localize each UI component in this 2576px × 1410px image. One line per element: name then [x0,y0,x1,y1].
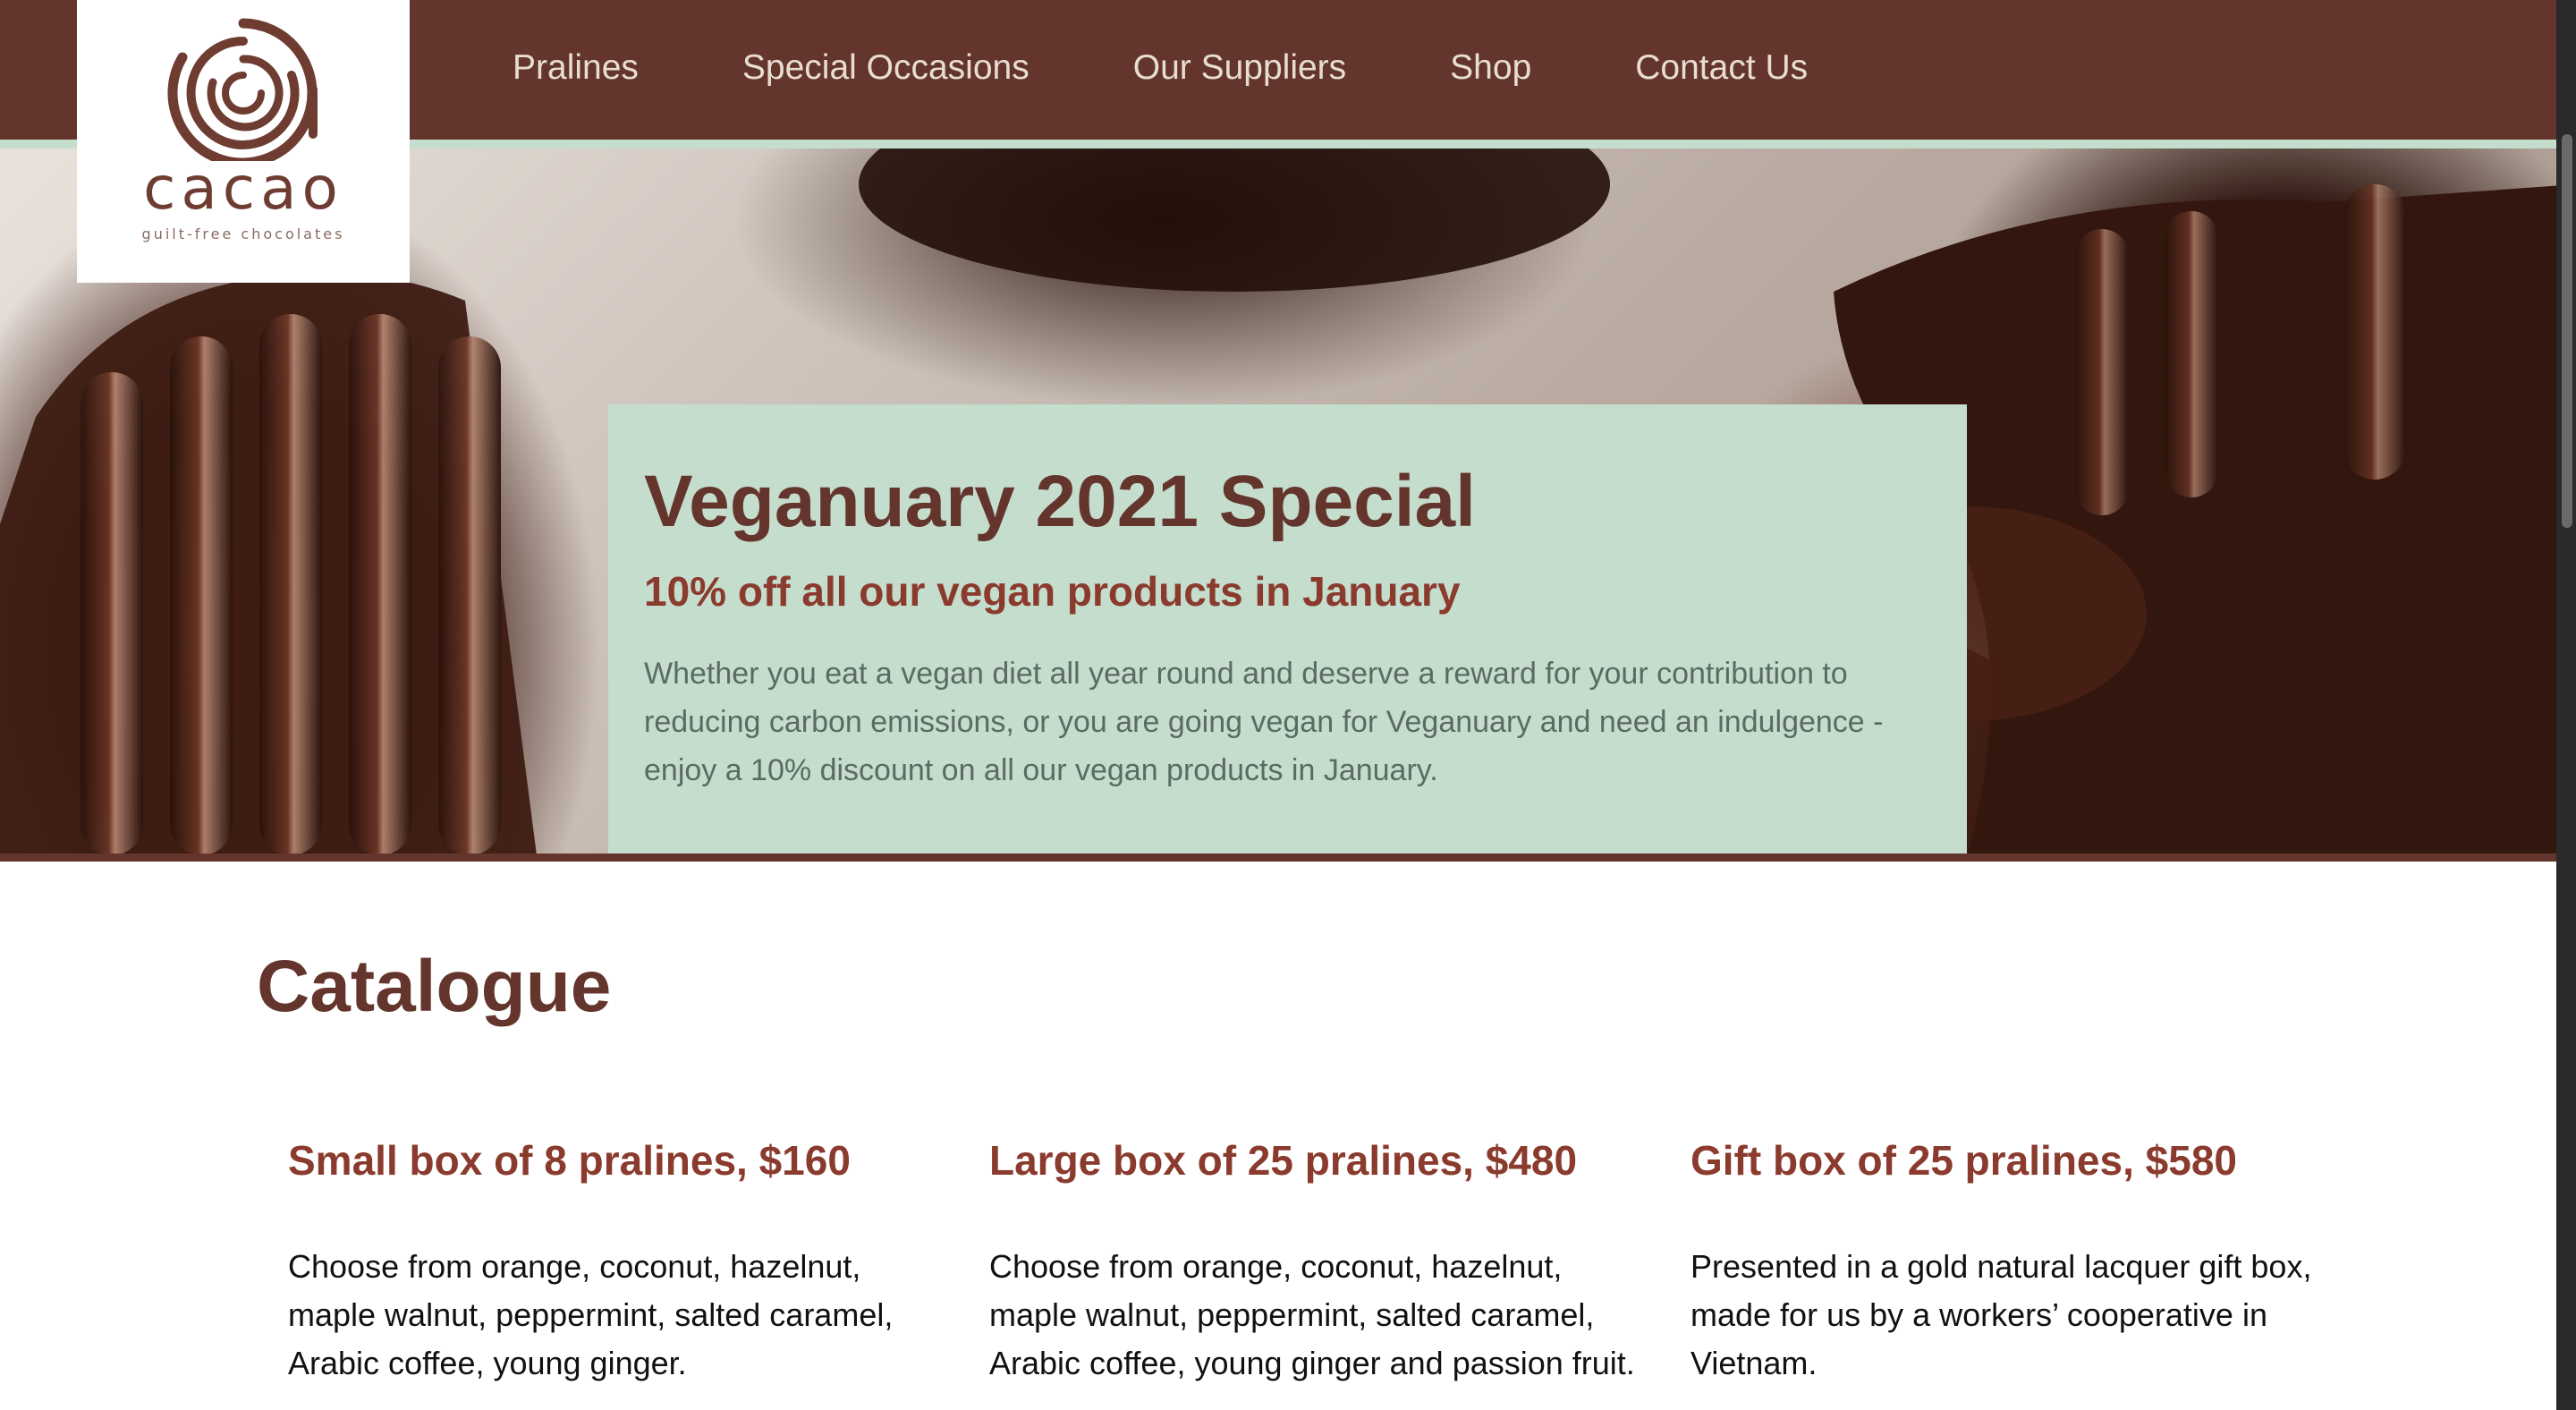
logo-tagline: guilt-free chocolates [141,225,345,242]
promo-description: Whether you eat a vegan diet all year ro… [644,656,1884,787]
spiral-logo-icon [167,18,318,161]
page-scrollbar[interactable] [2556,0,2576,1410]
product-title: Large box of 25 pralines, $480 [989,1137,1578,1184]
nav-item-contact-us[interactable]: Contact Us [1635,48,1808,88]
catalogue-title: Catalogue [257,946,612,1027]
nav-item-shop[interactable]: Shop [1450,48,1531,88]
product-card-large-box: Large box of 25 pralines, $480 Choose fr… [989,1136,1651,1388]
product-description: Choose from orange, coconut, hazelnut, m… [989,1248,1635,1382]
promo-card: Veganuary 2021 Special 10% off all our v… [608,404,1967,855]
product-card-small-box: Small box of 8 pralines, $160 Choose fro… [288,1136,950,1388]
main-nav: Pralines Special Occasions Our Suppliers… [513,0,1911,140]
promo-title: Veganuary 2021 Special [644,461,1476,542]
logo-wordmark: cacao [143,154,343,223]
nav-item-pralines[interactable]: Pralines [513,48,639,88]
logo-home-link[interactable]: cacao guilt-free chocolates [77,0,410,283]
product-title: Small box of 8 pralines, $160 [288,1137,851,1184]
page: cacao guilt-free chocolates Pralines Spe… [0,0,2576,1410]
product-card-gift-box: Gift box of 25 pralines, $580 Presented … [1690,1136,2352,1388]
nav-item-our-suppliers[interactable]: Our Suppliers [1133,48,1346,88]
promo-subtitle: 10% off all our vegan products in Januar… [644,568,1461,616]
hero-bottom-border [0,854,2576,862]
product-description: Choose from orange, coconut, hazelnut, m… [288,1248,894,1382]
scrollbar-thumb[interactable] [2562,134,2572,528]
nav-item-special-occasions[interactable]: Special Occasions [742,48,1030,88]
product-title: Gift box of 25 pralines, $580 [1690,1137,2237,1184]
product-description: Presented in a gold natural lacquer gift… [1690,1248,2312,1382]
